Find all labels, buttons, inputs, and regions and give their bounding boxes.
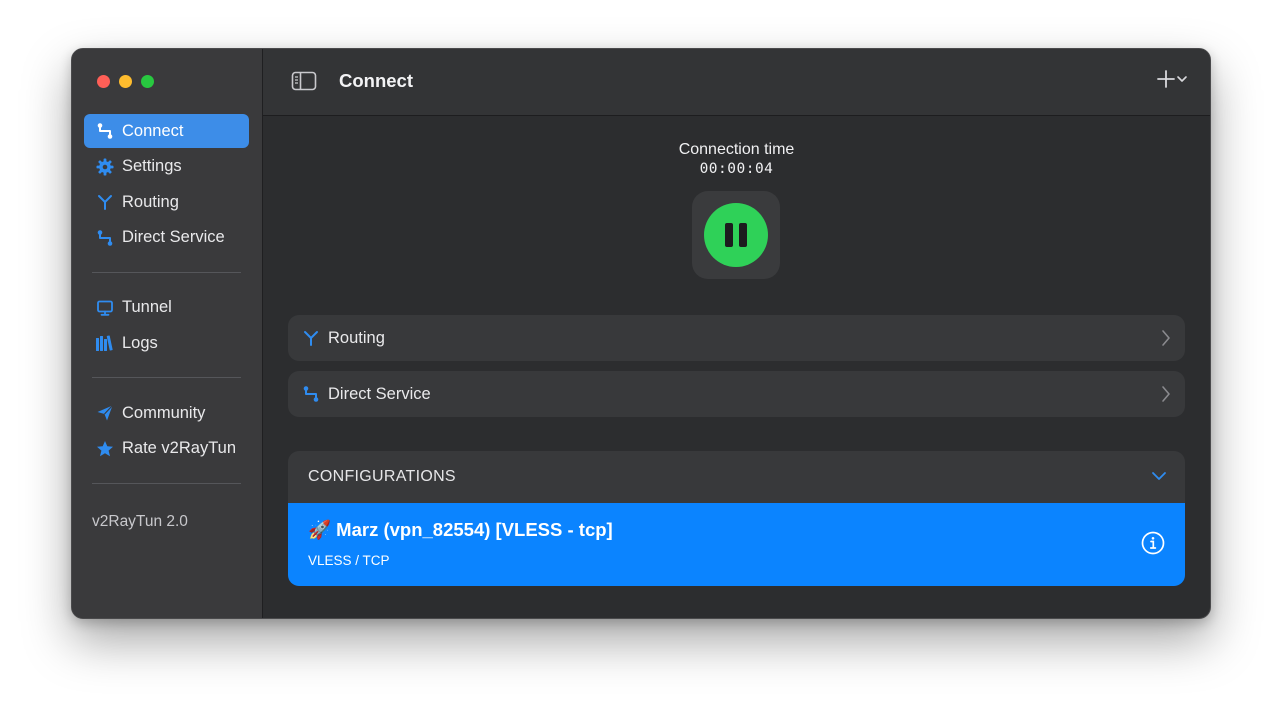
sidebar-toggle-icon[interactable] (291, 71, 317, 91)
sidebar-item-logs[interactable]: Logs (84, 326, 249, 360)
configuration-item[interactable]: 🚀 Marz (vpn_82554) [VLESS - tcp] VLESS /… (288, 503, 1185, 586)
sidebar-item-label: Connect (122, 121, 184, 140)
sidebar-divider (92, 482, 241, 484)
sidebar-item-label: Settings (122, 157, 182, 175)
configuration-name: 🚀 Marz (vpn_82554) [VLESS - tcp] (308, 519, 613, 540)
sidebar-item-label: Direct Service (122, 228, 225, 246)
add-config-button[interactable] (1156, 69, 1188, 89)
sidebar-item-label: Tunnel (122, 298, 172, 316)
sidebar-item-label: Logs (122, 333, 158, 352)
direct-service-icon (300, 383, 322, 405)
zoom-window-button[interactable] (141, 75, 154, 88)
sidebar-item-community[interactable]: Community (84, 396, 249, 430)
minimize-window-button[interactable] (119, 75, 132, 88)
sidebar-divider (92, 271, 241, 273)
direct-service-icon (95, 228, 115, 248)
info-icon[interactable] (1141, 531, 1165, 560)
chevron-down-icon[interactable] (1151, 469, 1167, 487)
sidebar-divider (92, 377, 241, 378)
sidebar-item-routing[interactable]: Routing (84, 185, 249, 219)
routing-row[interactable]: Routing (288, 315, 1185, 361)
connect-icon (95, 121, 115, 141)
sidebar-item-label: Rate v2RayTun (122, 439, 237, 457)
sidebar-item-label: Routing (122, 192, 179, 211)
routing-icon (300, 327, 322, 349)
sidebar: Connect Settings Routing Direct Service (72, 49, 263, 618)
sidebar-nav: Connect Settings Routing Direct Service (84, 114, 249, 502)
configurations-panel: CONFIGURATIONS 🚀 Marz (vpn_82554) [VLESS… (288, 451, 1185, 586)
toolbar: Connect (263, 49, 1210, 116)
paper-plane-icon (95, 403, 115, 423)
sidebar-item-rate[interactable]: Rate v2RayTun (84, 432, 249, 466)
sidebar-item-direct-service[interactable]: Direct Service (84, 221, 249, 255)
app-window: Connect Settings Routing Direct Service (71, 48, 1211, 619)
direct-service-row[interactable]: Direct Service (288, 371, 1185, 417)
logs-icon (95, 333, 115, 353)
connection-time-label: Connection time (678, 141, 795, 158)
configurations-header[interactable]: CONFIGURATIONS (288, 451, 1185, 503)
direct-service-row-label: Direct Service (328, 384, 431, 403)
monitor-icon (95, 298, 115, 318)
plus-icon (1157, 70, 1175, 88)
configurations-title: CONFIGURATIONS (308, 468, 456, 485)
routing-row-label: Routing (328, 328, 385, 347)
connection-toggle[interactable] (692, 191, 780, 279)
sidebar-item-connect[interactable]: Connect (84, 114, 249, 148)
routing-icon (95, 192, 115, 212)
page-title: Connect (339, 70, 413, 91)
main-content: Connect Connection time 00:00:04 Routing (263, 49, 1210, 618)
configuration-protocol: VLESS / TCP (308, 553, 390, 568)
sidebar-item-label: Community (122, 403, 206, 422)
pause-icon (704, 203, 768, 267)
connection-time-value: 00:00:04 (699, 161, 774, 177)
sidebar-item-tunnel[interactable]: Tunnel (84, 291, 249, 325)
star-icon (95, 439, 115, 459)
window-controls (97, 75, 154, 88)
sidebar-item-settings[interactable]: Settings (84, 150, 249, 184)
chevron-right-icon (1161, 385, 1171, 408)
chevron-right-icon (1161, 329, 1171, 352)
chevron-down-icon (1177, 76, 1187, 82)
gear-icon (95, 157, 115, 177)
close-window-button[interactable] (97, 75, 110, 88)
app-version: v2RayTun 2.0 (92, 513, 188, 530)
